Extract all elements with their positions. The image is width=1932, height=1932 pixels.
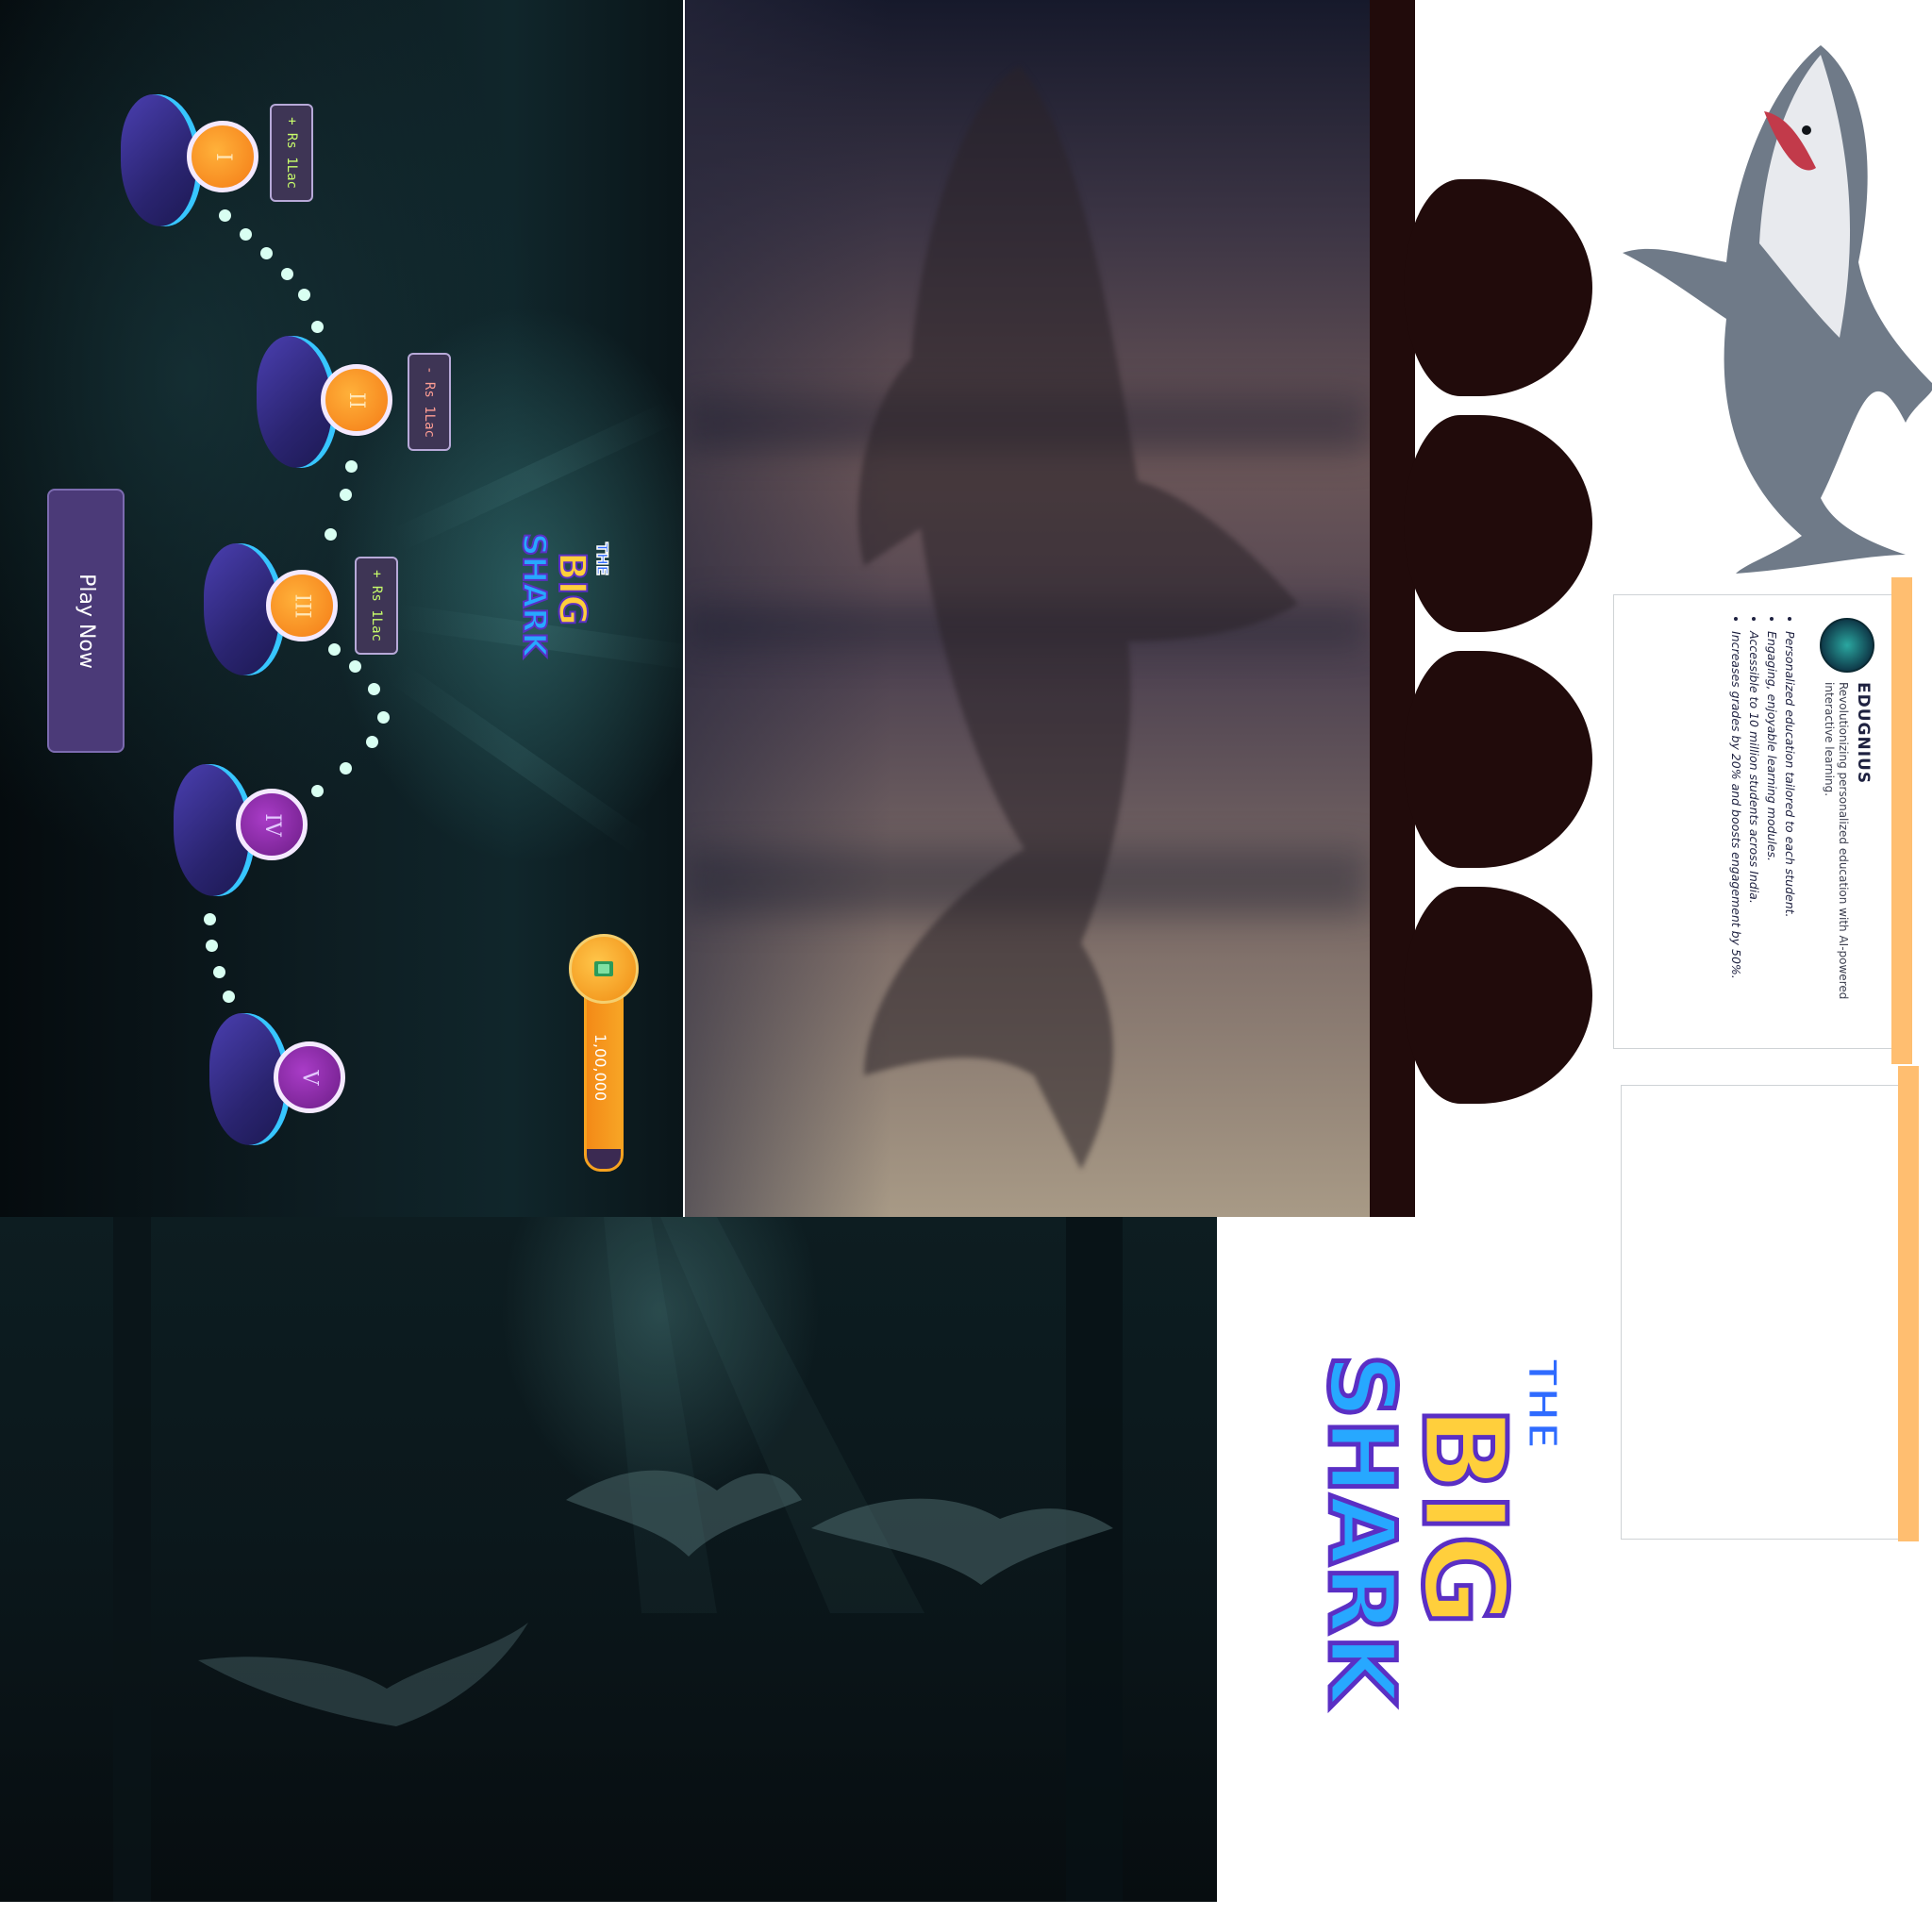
path-dot xyxy=(345,460,358,473)
level-numeral: II xyxy=(344,391,369,408)
reward-tag-loss: - Rs 1Lac xyxy=(408,353,451,451)
light-ray xyxy=(389,662,651,857)
level-node-1[interactable]: I xyxy=(187,121,258,192)
underwater-background xyxy=(0,1217,1217,1902)
play-now-label: Play Now xyxy=(74,573,98,669)
path-dot xyxy=(366,736,378,748)
reward-tag-gain: + Rs 1Lac xyxy=(355,557,398,655)
path-dot xyxy=(281,268,293,280)
feature-item: Engaging, enjoyable learning modules. xyxy=(1763,631,1781,1046)
level-map-panel: I II III IV V + Rs 1Lac - Rs 1Lac + Rs 1… xyxy=(0,0,683,1217)
reward-label: + Rs 1Lac xyxy=(369,570,385,641)
balance-amount: 1,00,000 xyxy=(591,1033,610,1101)
path-dot xyxy=(368,683,380,695)
level-numeral: V xyxy=(297,1070,322,1085)
silhouette-bust xyxy=(1404,887,1592,1104)
logo-the: THE xyxy=(593,542,611,575)
path-dot xyxy=(206,940,218,952)
money-icon xyxy=(569,934,639,1004)
info-card-content: EDUGNIUS Revolutionizing personalized ed… xyxy=(1614,595,1897,1048)
logo-shark-large: SHARK xyxy=(1308,1354,1414,1708)
company-tagline: Revolutionizing personalized education w… xyxy=(1823,682,1850,1000)
game-logo-small: THE BIG SHARK xyxy=(514,532,612,659)
feature-item: Personalized education tailored to each … xyxy=(1781,631,1799,1046)
level-node-5[interactable]: V xyxy=(274,1041,345,1113)
shark-silhouette xyxy=(858,66,1298,1170)
level-numeral: III xyxy=(290,592,314,619)
path-dot xyxy=(311,321,324,333)
path-dot xyxy=(219,209,231,222)
path-dot xyxy=(298,289,310,301)
level-node-4[interactable]: IV xyxy=(236,789,308,860)
company-logo xyxy=(1820,618,1874,673)
path-dot xyxy=(213,966,225,978)
feature-list: Personalized education tailored to each … xyxy=(1727,618,1799,1046)
reward-label: - Rs 1Lac xyxy=(422,366,438,438)
feature-item: Accessible to 10 million students across… xyxy=(1745,631,1763,1046)
path-dot xyxy=(349,660,361,673)
level-node-2[interactable]: II xyxy=(321,364,392,436)
shark-image xyxy=(1623,45,1932,574)
manta-rays xyxy=(113,1217,1123,1902)
blank-card xyxy=(1621,1085,1902,1540)
path-dot xyxy=(311,785,324,797)
logo-big-large: BIG xyxy=(1397,1406,1528,1627)
path-dot xyxy=(325,528,337,541)
path-dot xyxy=(223,991,235,1003)
reward-label: + Rs 1Lac xyxy=(284,117,300,189)
game-logo-large: THE BIG SHARK xyxy=(1307,1352,1568,1711)
logo-big: BIG xyxy=(550,552,593,625)
path-dot xyxy=(204,913,216,925)
company-info-card: EDUGNIUS Revolutionizing personalized ed… xyxy=(1613,594,1898,1049)
silhouette-bust xyxy=(1404,179,1592,396)
path-dot xyxy=(340,489,352,501)
silhouette-bust xyxy=(1404,415,1592,632)
path-dot xyxy=(240,228,252,241)
level-node-3[interactable]: III xyxy=(266,570,338,641)
path-dot xyxy=(260,247,273,259)
path-dot xyxy=(340,762,352,774)
silhouette-bust xyxy=(1404,651,1592,868)
level-numeral: I xyxy=(210,152,235,161)
path-dot xyxy=(328,643,341,656)
reward-tag-gain: + Rs 1Lac xyxy=(270,104,313,202)
balance-meter: 1,00,000 xyxy=(569,934,639,1177)
company-name: EDUGNIUS xyxy=(1854,682,1873,785)
path-dot xyxy=(377,711,390,724)
feature-item: Increases grades by 20% and boosts engag… xyxy=(1727,631,1745,1046)
card-accent-bar xyxy=(1891,577,1912,1064)
level-numeral: IV xyxy=(259,812,284,837)
card-accent-bar xyxy=(1898,1066,1919,1541)
blurred-shark-panel xyxy=(685,0,1370,1217)
play-now-button[interactable]: Play Now xyxy=(47,489,125,753)
cash-icon xyxy=(594,961,613,976)
logo-shark: SHARK xyxy=(515,533,553,658)
